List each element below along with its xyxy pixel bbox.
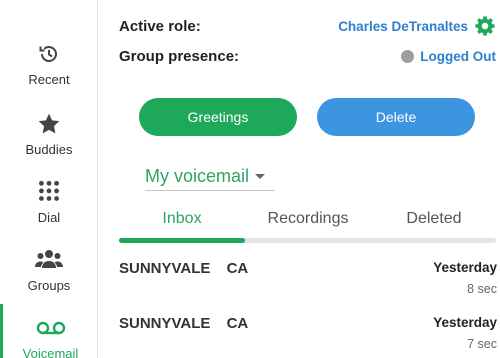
message-date: Yesterday (433, 315, 497, 330)
tab-active-indicator (119, 238, 245, 243)
tab-inbox[interactable]: Inbox (119, 210, 245, 236)
message-duration: 7 sec (467, 337, 497, 351)
message-date: Yesterday (433, 260, 497, 275)
presence-status[interactable]: Logged Out (401, 49, 496, 64)
left-nav-rail: Recent Buddies Dial Groups Voicemail (0, 0, 98, 358)
active-role-row: Active role: Charles DeTranaltes (119, 14, 496, 38)
presence-dot-icon (401, 49, 415, 63)
user-area: Charles DeTranaltes (338, 15, 496, 37)
nav-item-buddies[interactable]: Buddies (0, 100, 98, 170)
active-role-label: Active role: (119, 17, 201, 35)
tab-deleted[interactable]: Deleted (371, 210, 497, 236)
message-duration: 8 sec (467, 282, 497, 296)
nav-label-groups: Groups (27, 278, 71, 293)
mailbox-select-value: My voicemail (145, 166, 250, 186)
greetings-button[interactable]: Greetings (139, 98, 297, 136)
star-icon (0, 108, 98, 140)
group-icon (0, 244, 98, 276)
nav-label-recent: Recent (28, 72, 70, 87)
group-presence-label: Group presence: (119, 47, 240, 65)
nav-label-buddies: Buddies (25, 142, 73, 157)
clock-history-icon (0, 38, 98, 70)
nav-label-dial: Dial (37, 210, 61, 225)
mailbox-select[interactable]: My voicemail (145, 163, 275, 191)
nav-label-voicemail: Voicemail (22, 346, 79, 358)
voicemail-tabs: Inbox Recordings Deleted (119, 210, 496, 244)
dialpad-icon (0, 176, 98, 208)
nav-item-voicemail[interactable]: Voicemail (0, 304, 98, 358)
list-item[interactable]: SUNNYVALE CA Yesterday 7 sec (119, 311, 497, 358)
nav-item-groups[interactable]: Groups (0, 236, 98, 306)
group-presence-row: Group presence: Logged Out (119, 44, 496, 68)
tab-recordings[interactable]: Recordings (245, 210, 371, 236)
presence-status-link[interactable]: Logged Out (420, 49, 496, 64)
voicemail-icon (3, 312, 98, 344)
delete-button[interactable]: Delete (317, 98, 475, 136)
nav-item-dial[interactable]: Dial (0, 168, 98, 238)
nav-item-recent[interactable]: Recent (0, 30, 98, 100)
caller-name: SUNNYVALE CA (119, 260, 249, 277)
caller-name: SUNNYVALE CA (119, 315, 249, 332)
chevron-down-icon (255, 174, 266, 179)
list-item[interactable]: SUNNYVALE CA Yesterday 8 sec (119, 256, 497, 304)
user-name-link[interactable]: Charles DeTranaltes (338, 19, 468, 34)
gear-icon[interactable] (474, 15, 496, 37)
